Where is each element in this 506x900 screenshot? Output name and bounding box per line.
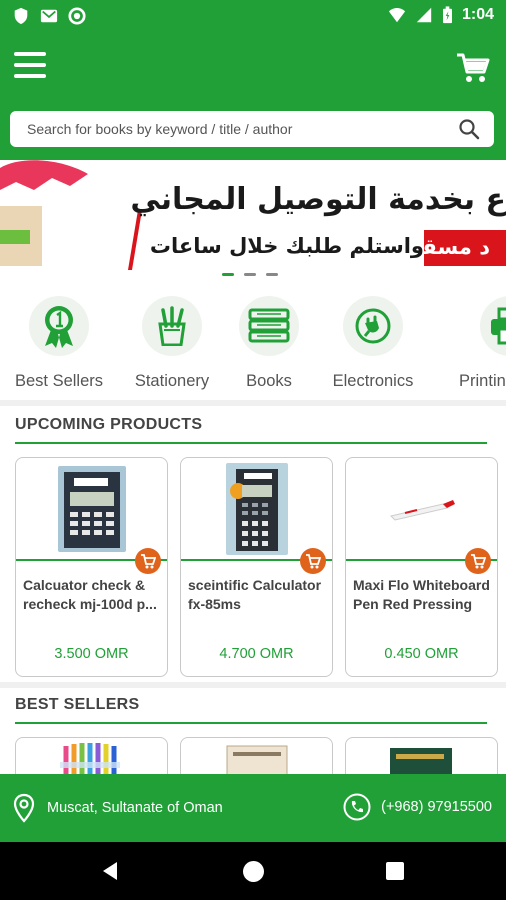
category-best-sellers[interactable]: Best Sellers	[4, 296, 114, 391]
calculator-image	[57, 465, 126, 552]
best-sellers-section-title: BEST SELLERS	[15, 696, 140, 713]
search-bar	[10, 111, 494, 147]
status-bar: 1:04	[0, 0, 506, 34]
product-card[interactable]: Calcuator check & recheck mj-100d p... 3…	[15, 457, 168, 677]
carousel-dot[interactable]	[244, 273, 256, 276]
banner-subline: واستلم طلبك خلال ساعات	[149, 234, 424, 258]
search-icon[interactable]	[458, 118, 480, 140]
category-label: Electronics	[332, 372, 414, 390]
box-graphic	[0, 206, 42, 266]
system-nav-bar	[0, 842, 506, 900]
marker-pen-image	[389, 499, 455, 521]
section-underline	[15, 722, 487, 724]
product-name: sceintific Calculator fx-85ms	[188, 577, 322, 612]
back-icon[interactable]	[100, 861, 120, 881]
add-to-cart-button[interactable]	[135, 548, 161, 574]
pencil-cup-icon	[158, 306, 186, 346]
section-divider	[0, 682, 506, 688]
shield-icon	[14, 7, 28, 25]
home-icon[interactable]	[243, 861, 264, 882]
phone-link[interactable]: (+968) 97915500	[343, 793, 492, 821]
product-name: Calcuator check & recheck mj-100d p...	[23, 577, 157, 612]
gmail-icon	[40, 9, 58, 23]
category-printing[interactable]: Printing	[420, 296, 506, 391]
cart-icon	[306, 553, 321, 568]
product-price: 3.500 OMR	[54, 646, 129, 662]
add-to-cart-button[interactable]	[465, 548, 491, 574]
phone-icon	[343, 793, 371, 821]
category-books[interactable]: Books	[214, 296, 324, 391]
search-input[interactable]	[10, 111, 450, 147]
menu-button[interactable]	[14, 52, 46, 80]
promo-banner[interactable]: ع بخدمة التوصيل المجاني واستلم طلبك خلال…	[0, 160, 506, 270]
banner-location-tag: د مسقط	[424, 230, 506, 266]
signal-icon	[416, 7, 432, 23]
cart-icon	[141, 553, 156, 568]
banner-headline: ع بخدمة التوصيل المجاني	[130, 182, 506, 217]
phone-text: (+968) 97915500	[381, 799, 492, 815]
clock: 1:04	[461, 6, 494, 23]
wifi-icon	[388, 8, 406, 23]
product-price: 0.450 OMR	[384, 646, 459, 662]
category-stationery[interactable]: Stationery	[117, 296, 227, 391]
location-pin-icon	[13, 793, 35, 823]
category-label: Printing	[459, 372, 506, 390]
carousel-dot[interactable]	[266, 273, 278, 276]
section-underline	[15, 442, 487, 444]
location-link[interactable]: Muscat, Sultanate of Oman	[13, 793, 223, 823]
carousel-dot[interactable]	[222, 273, 234, 276]
printer-icon	[491, 307, 506, 345]
ribbon-badge-icon	[45, 306, 73, 348]
add-to-cart-button[interactable]	[300, 548, 326, 574]
cart-icon[interactable]	[456, 52, 490, 84]
section-divider	[0, 400, 506, 406]
hamburger-icon	[14, 52, 46, 56]
carousel-indicators	[222, 273, 278, 276]
category-electronics[interactable]: Electronics	[318, 296, 428, 391]
contact-bar: Muscat, Sultanate of Oman (+968) 9791550…	[0, 774, 506, 842]
category-label: Stationery	[134, 372, 210, 390]
scientific-calculator-image	[225, 462, 288, 555]
product-name: Maxi Flo Whiteboard Pen Red Pressing	[353, 577, 490, 612]
product-price: 4.700 OMR	[219, 646, 294, 662]
upcoming-section-title: UPCOMING PRODUCTS	[15, 416, 203, 433]
battery-icon	[442, 6, 452, 24]
red-flag-graphic	[128, 210, 142, 270]
circle-icon	[68, 7, 86, 25]
books-stack-icon	[248, 308, 290, 343]
location-text: Muscat, Sultanate of Oman	[47, 800, 223, 816]
category-label: Books	[246, 372, 292, 390]
app-bar	[0, 34, 506, 160]
cart-icon	[471, 553, 486, 568]
product-card[interactable]: Maxi Flo Whiteboard Pen Red Pressing 0.4…	[345, 457, 498, 677]
category-label: Best Sellers	[14, 372, 104, 390]
recent-apps-icon[interactable]	[386, 862, 404, 880]
plug-icon	[355, 308, 391, 344]
product-card[interactable]: sceintific Calculator fx-85ms 4.700 OMR	[180, 457, 333, 677]
